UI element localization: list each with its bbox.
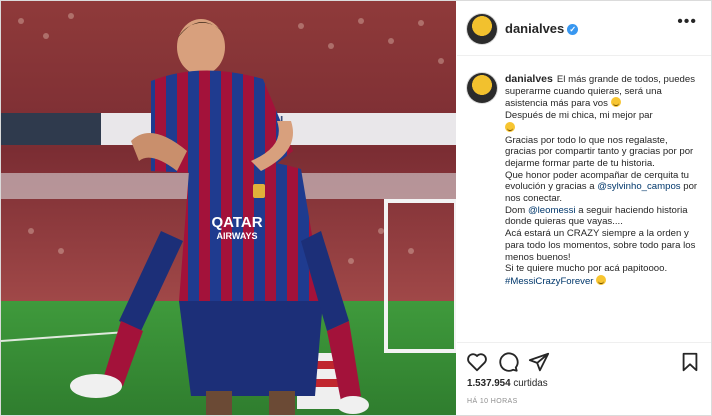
- heart-icon[interactable]: [466, 351, 488, 373]
- caption-text-5a: Dom: [505, 204, 526, 216]
- caption-line-5: Dom @leomessi a seguir haciendo historia…: [505, 205, 701, 228]
- instagram-post: bel QATAR AIRWAYS: [0, 0, 712, 416]
- caption-line-1: danialves El más grande de todos, puedes …: [505, 73, 701, 110]
- post-caption: danialves El más grande de todos, puedes …: [505, 73, 701, 288]
- pleading-emoji-icon: [505, 121, 515, 132]
- profile-avatar-icon[interactable]: [467, 14, 497, 44]
- caption-text-2: Después de mi chica, mi mejor par: [505, 110, 653, 122]
- comment-icon[interactable]: [497, 351, 519, 373]
- mention-leomessi[interactable]: @leomessi: [528, 205, 576, 216]
- caption-avatar-icon[interactable]: [467, 73, 497, 103]
- post-timestamp[interactable]: HÁ 10 HORAS: [467, 398, 518, 405]
- post-photo[interactable]: bel QATAR AIRWAYS: [1, 1, 456, 415]
- grin-emoji-icon-2: [596, 274, 607, 285]
- header-username-text[interactable]: danialves: [505, 21, 564, 36]
- caption-line-3: Gracias por todo lo que nos regalaste, g…: [505, 134, 694, 169]
- jersey-sponsor-line2: AIRWAYS: [216, 231, 257, 241]
- grin-emoji-icon: [610, 97, 621, 108]
- jersey-sponsor-line1: QATAR: [211, 214, 262, 231]
- bookmark-icon[interactable]: [679, 351, 701, 373]
- caption-line-8: #MessiCrazyForever: [505, 274, 701, 288]
- post-header: danialves ✓ •••: [457, 1, 711, 56]
- photo-two-footballers-celebrating: bel QATAR AIRWAYS: [1, 1, 456, 415]
- hashtag-messicrazyforever[interactable]: #MessiCrazyForever: [505, 276, 594, 287]
- mention-sylvinho[interactable]: @sylvinho_campos: [597, 181, 680, 192]
- comments-area: danialves El más grande de todos, puedes …: [457, 57, 711, 343]
- likes-label: curtidas: [513, 378, 548, 389]
- action-bar: [457, 345, 711, 377]
- caption-line-2: Después de mi chica, mi mejor par: [505, 110, 701, 134]
- more-options-icon[interactable]: •••: [677, 13, 697, 31]
- post-sidebar: danialves ✓ ••• danialves El más grande de…: [457, 1, 711, 415]
- likes-count[interactable]: 1.537.954 curtidas: [467, 378, 548, 389]
- caption-line-7: Si te quiere mucho por acá papitoooo.: [505, 263, 668, 275]
- verified-badge-icon: ✓: [567, 24, 579, 35]
- header-username[interactable]: danialves ✓: [505, 21, 579, 36]
- caption-line-6: Acá estará un CRAZY siempre a la orden y…: [505, 228, 696, 263]
- caption-line-4: Que honor poder acompañar de cerquita tu…: [505, 170, 701, 205]
- paper-plane-icon[interactable]: [528, 351, 550, 373]
- caption-author[interactable]: danialves: [505, 73, 553, 85]
- likes-number[interactable]: 1.537.954: [467, 378, 511, 389]
